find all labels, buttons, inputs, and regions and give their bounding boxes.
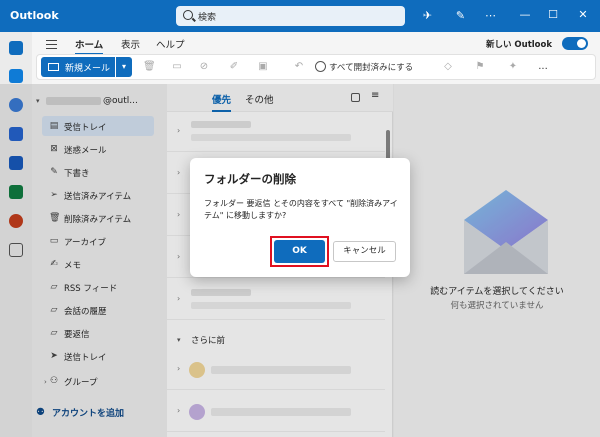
teams-icon[interactable]: ✈: [421, 9, 434, 22]
sweep-icon[interactable]: ✐: [228, 61, 240, 73]
search-placeholder: 検索: [198, 13, 217, 23]
mail-app-icon[interactable]: [9, 41, 23, 55]
new-mail-button[interactable]: 新規メール: [41, 57, 115, 77]
new-outlook-toggle[interactable]: [562, 37, 588, 50]
new-mail-dropdown[interactable]: ▾: [116, 57, 132, 77]
ok-button[interactable]: OK: [274, 240, 325, 263]
calendar-app-icon[interactable]: [9, 69, 23, 83]
new-outlook-label: 新しい Outlook: [485, 40, 552, 50]
tab-view[interactable]: 表示: [121, 37, 140, 51]
menu-icon[interactable]: [46, 40, 57, 51]
tab-home[interactable]: ホーム: [75, 37, 104, 55]
pin-icon[interactable]: ✦: [507, 61, 519, 73]
report-icon[interactable]: ⊘: [198, 61, 210, 73]
title-bar: Outlook 検索 ✈ ✎ ⋯ — ☐ ✕: [0, 0, 600, 32]
feedback-icon[interactable]: ✎: [454, 9, 467, 22]
maximize-icon[interactable]: ☐: [546, 8, 560, 22]
tab-help[interactable]: ヘルプ: [156, 37, 185, 51]
search-icon: [183, 10, 193, 20]
more-options-icon[interactable]: ⋯: [484, 9, 497, 22]
reply-icon[interactable]: ↶: [293, 61, 305, 73]
archive-icon[interactable]: ▭: [171, 61, 183, 73]
tag-icon[interactable]: ◇: [442, 61, 454, 73]
dialog-message: フォルダー 要返信 とその内容をすべて "削除済みアイテム" に移動しますか?: [204, 199, 398, 220]
toolbar: 新規メール ▾ 🗑 ▭ ⊘ ✐ ▣ ↶ すべて開封済みにする ◇ ⚑ ✦ ...: [36, 54, 596, 80]
dialog-title: フォルダーの削除: [204, 172, 296, 186]
move-icon[interactable]: ▣: [257, 61, 269, 73]
flag-icon[interactable]: ⚑: [474, 61, 486, 73]
app-title: Outlook: [10, 9, 59, 22]
mark-all-read-button[interactable]: すべて開封済みにする: [329, 61, 413, 73]
envelope-icon: [48, 63, 59, 71]
cancel-button[interactable]: キャンセル: [333, 241, 396, 262]
minimize-icon[interactable]: —: [518, 8, 532, 22]
delete-icon[interactable]: 🗑: [143, 61, 156, 73]
close-icon[interactable]: ✕: [576, 8, 590, 22]
more-toolbar-button[interactable]: ...: [537, 61, 549, 73]
search-box[interactable]: 検索: [176, 6, 405, 26]
new-mail-label: 新規メール: [65, 64, 111, 74]
ribbon: ホーム 表示 ヘルプ 新しい Outlook 新規メール ▾ 🗑 ▭ ⊘ ✐ ▣…: [32, 32, 600, 84]
delete-folder-dialog: フォルダーの削除 フォルダー 要返信 とその内容をすべて "削除済みアイテム" …: [190, 158, 410, 277]
mark-read-icon: [315, 61, 326, 72]
